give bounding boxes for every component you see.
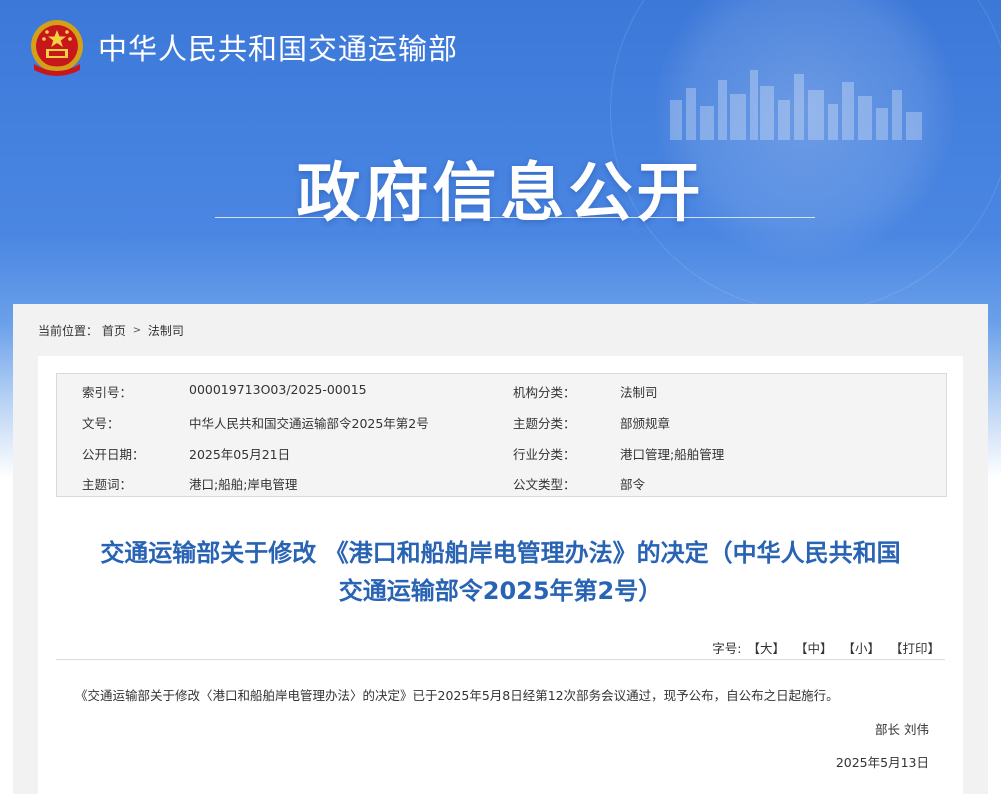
font-size-medium-button[interactable]: 【中】 — [795, 641, 833, 656]
metadata-key: 行业分类： — [513, 447, 576, 462]
metadata-key: 索引号： — [82, 385, 133, 400]
document-title: 交通运输部关于修改 《港口和船舶岸电管理办法》的决定（中华人民共和国 交通运输部… — [38, 534, 963, 610]
breadcrumb-label: 当前位置： — [38, 324, 99, 338]
metadata-row: 文号： 中华人民共和国交通运输部令2025年第2号 主题分类： 部颁规章 — [57, 405, 946, 435]
metadata-key: 主题分类： — [513, 416, 576, 431]
ministry-name[interactable]: 中华人民共和国交通运输部 — [98, 26, 458, 68]
breadcrumb-home-link[interactable]: 首页 — [102, 324, 126, 338]
font-size-large-button[interactable]: 【大】 — [747, 641, 785, 656]
city-skyline-illustration — [670, 70, 922, 140]
print-button[interactable]: 【打印】 — [890, 641, 940, 656]
metadata-key: 公文类型： — [513, 477, 576, 492]
national-emblem-icon — [31, 20, 83, 76]
font-size-controls: 字号: 【大】 【中】 【小】 【打印】 — [712, 638, 940, 657]
metadata-key: 主题词： — [82, 477, 133, 492]
document-title-line-2: 交通运输部令2025年第2号） — [338, 577, 663, 605]
metadata-row: 索引号： 000019713O03/2025-00015 机构分类： 法制司 — [57, 374, 946, 404]
document-signer: 部长 刘伟 — [875, 722, 929, 737]
metadata-value: 部颁规章 — [620, 416, 671, 431]
content-panel: 当前位置： 首页 > 法制司 索引号： 000019713O03/2025-00… — [13, 304, 988, 796]
content-divider — [56, 659, 945, 660]
breadcrumb-current-link[interactable]: 法制司 — [148, 324, 184, 338]
metadata-row: 主题词： 港口;船舶;岸电管理 公文类型： 部令 — [57, 466, 946, 496]
metadata-row: 公开日期： 2025年05月21日 行业分类： 港口管理;船舶管理 — [57, 436, 946, 466]
metadata-value: 法制司 — [620, 385, 658, 400]
document-body-paragraph: 《交通运输部关于修改〈港口和船舶岸电管理办法〉的决定》已于2025年5月8日经第… — [75, 688, 839, 703]
font-size-small-button[interactable]: 【小】 — [842, 641, 880, 656]
title-underline — [215, 217, 815, 218]
metadata-key: 文号： — [82, 416, 120, 431]
breadcrumb: 当前位置： 首页 > 法制司 — [38, 322, 184, 339]
metadata-key: 公开日期： — [82, 447, 145, 462]
article-container: 索引号： 000019713O03/2025-00015 机构分类： 法制司 文… — [38, 356, 963, 796]
page-title: 政府信息公开 — [296, 157, 705, 231]
document-title-line-1: 交通运输部关于修改 《港口和船舶岸电管理办法》的决定（中华人民共和国 — [100, 539, 901, 567]
font-size-label: 字号: — [712, 641, 742, 656]
metadata-value: 港口管理;船舶管理 — [620, 447, 725, 462]
metadata-value: 部令 — [620, 477, 646, 492]
metadata-value: 2025年05月21日 — [189, 447, 291, 462]
metadata-value: 港口;船舶;岸电管理 — [189, 477, 298, 492]
metadata-key: 机构分类： — [513, 385, 576, 400]
document-date: 2025年5月13日 — [835, 755, 929, 770]
document-metadata-table: 索引号： 000019713O03/2025-00015 机构分类： 法制司 文… — [56, 373, 947, 497]
metadata-value: 中华人民共和国交通运输部令2025年第2号 — [189, 416, 429, 431]
breadcrumb-separator: > — [132, 325, 142, 336]
metadata-value: 000019713O03/2025-00015 — [189, 382, 367, 397]
